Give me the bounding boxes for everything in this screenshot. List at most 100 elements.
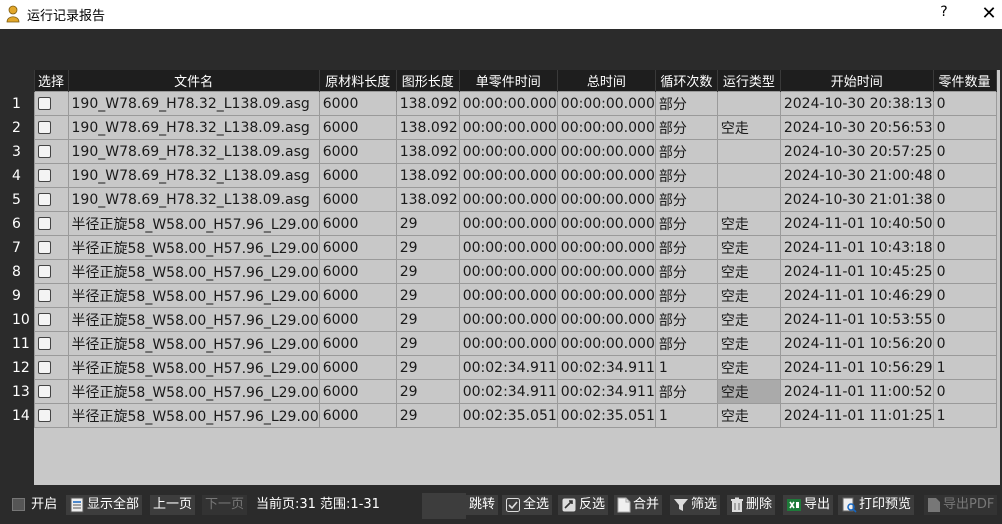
select-all-button[interactable]: 全选 <box>502 495 553 515</box>
row-number[interactable]: 7 <box>10 235 34 260</box>
cell-filename[interactable]: 190_W78.69_H78.32_L138.09.asg <box>67 115 320 140</box>
cell-start-time[interactable]: 2024-11-01 11:00:52 <box>779 379 934 404</box>
cell-shape-length[interactable]: 29 <box>395 379 460 404</box>
row-checkbox[interactable] <box>37 169 51 182</box>
cell-cycle-count[interactable]: 部分 <box>654 115 718 140</box>
cell-total-time[interactable]: 00:00:00.000 <box>556 211 656 236</box>
cell-shape-length[interactable]: 138.092 <box>395 163 460 188</box>
cell-start-time[interactable]: 2024-10-30 20:56:53 <box>779 115 934 140</box>
cell-part-count[interactable]: 0 <box>932 331 997 356</box>
select-cell[interactable] <box>33 115 69 140</box>
cell-total-time[interactable]: 00:02:34.911 <box>556 355 656 380</box>
row-checkbox[interactable] <box>37 409 51 422</box>
row-checkbox[interactable] <box>37 361 51 374</box>
export-button[interactable]: 导出 <box>783 495 834 515</box>
table-row[interactable]: 6 半径正旋58_W58.00_H57.96_L29.00 6000 29 00:00:… <box>10 211 997 236</box>
cell-filename[interactable]: 190_W78.69_H78.32_L138.09.asg <box>67 187 320 212</box>
cell-total-time[interactable]: 00:00:00.000 <box>556 139 656 164</box>
cell-material-length[interactable]: 6000 <box>318 307 397 332</box>
cell-cycle-count[interactable]: 部分 <box>654 379 718 404</box>
row-checkbox[interactable] <box>37 265 51 278</box>
row-number[interactable]: 1 <box>10 91 34 116</box>
row-checkbox[interactable] <box>37 289 51 302</box>
row-number[interactable]: 10 <box>10 307 34 332</box>
select-cell[interactable] <box>33 331 69 356</box>
cell-filename[interactable]: 半径正旋58_W58.00_H57.96_L29.00 <box>67 211 320 236</box>
select-cell[interactable] <box>33 211 69 236</box>
select-cell[interactable] <box>33 163 69 188</box>
row-checkbox[interactable] <box>37 145 51 158</box>
select-cell[interactable] <box>33 235 69 260</box>
cell-cycle-count[interactable]: 部分 <box>654 91 718 116</box>
row-number[interactable]: 9 <box>10 283 34 308</box>
cell-part-time[interactable]: 00:00:00.000 <box>458 211 558 236</box>
cell-start-time[interactable]: 2024-11-01 10:46:29 <box>779 283 934 308</box>
column-header-filename[interactable]: 文件名 <box>68 70 320 92</box>
cell-part-count[interactable]: 0 <box>932 187 997 212</box>
export-pdf-button[interactable]: 导出PDF <box>924 495 998 515</box>
cell-cycle-count[interactable]: 1 <box>654 403 718 428</box>
cell-material-length[interactable]: 6000 <box>318 91 397 116</box>
cell-part-time[interactable]: 00:00:00.000 <box>458 163 558 188</box>
cell-cycle-count[interactable]: 1 <box>654 355 718 380</box>
cell-start-time[interactable]: 2024-10-30 20:38:13 <box>779 91 934 116</box>
cell-part-time[interactable]: 00:00:00.000 <box>458 91 558 116</box>
row-checkbox[interactable] <box>37 385 51 398</box>
cell-part-count[interactable]: 1 <box>932 355 997 380</box>
table-row[interactable]: 5 190_W78.69_H78.32_L138.09.asg 6000 138.09… <box>10 187 997 212</box>
cell-filename[interactable]: 半径正旋58_W58.00_H57.96_L29.00 <box>67 259 320 284</box>
column-header-cycle-count[interactable]: 循环次数 <box>655 70 718 92</box>
select-cell[interactable] <box>33 91 69 116</box>
row-number[interactable]: 14 <box>10 403 34 428</box>
cell-part-time[interactable]: 00:00:00.000 <box>458 187 558 212</box>
column-header-total-time[interactable]: 总时间 <box>557 70 656 92</box>
cell-shape-length[interactable]: 138.092 <box>395 91 460 116</box>
row-number[interactable]: 13 <box>10 379 34 404</box>
select-cell[interactable] <box>33 403 69 428</box>
cell-material-length[interactable]: 6000 <box>318 355 397 380</box>
cell-run-type[interactable]: 空走 <box>716 307 781 332</box>
cell-cycle-count[interactable]: 部分 <box>654 307 718 332</box>
cell-run-type[interactable]: 空走 <box>716 379 781 404</box>
select-cell[interactable] <box>33 259 69 284</box>
row-number[interactable]: 3 <box>10 139 34 164</box>
column-header-part-time[interactable]: 单零件时间 <box>459 70 558 92</box>
cell-run-type[interactable]: 空走 <box>716 211 781 236</box>
select-cell[interactable] <box>33 283 69 308</box>
cell-shape-length[interactable]: 138.092 <box>395 139 460 164</box>
row-number[interactable]: 12 <box>10 355 34 380</box>
select-cell[interactable] <box>33 379 69 404</box>
cell-start-time[interactable]: 2024-11-01 11:01:25 <box>779 403 934 428</box>
cell-cycle-count[interactable]: 部分 <box>654 283 718 308</box>
jump-button[interactable]: 跳转 <box>466 495 499 515</box>
cell-run-type[interactable]: 空走 <box>716 283 781 308</box>
column-header-shape-length[interactable]: 图形长度 <box>396 70 460 92</box>
cell-total-time[interactable]: 00:00:00.000 <box>556 259 656 284</box>
cell-start-time[interactable]: 2024-11-01 10:43:18 <box>779 235 934 260</box>
column-header-part-count[interactable]: 零件数量 <box>933 70 997 92</box>
row-checkbox[interactable] <box>37 217 51 230</box>
cell-filename[interactable]: 半径正旋58_W58.00_H57.96_L29.00 <box>67 235 320 260</box>
cell-run-type[interactable]: 空走 <box>716 355 781 380</box>
row-number[interactable]: 4 <box>10 163 34 188</box>
cell-part-count[interactable]: 0 <box>932 307 997 332</box>
cell-run-type[interactable] <box>716 187 781 212</box>
cell-part-time[interactable]: 00:02:34.911 <box>458 379 558 404</box>
select-cell[interactable] <box>33 139 69 164</box>
cell-total-time[interactable]: 00:00:00.000 <box>556 163 656 188</box>
cell-total-time[interactable]: 00:02:35.051 <box>556 403 656 428</box>
cell-part-time[interactable]: 00:02:35.051 <box>458 403 558 428</box>
cell-cycle-count[interactable]: 部分 <box>654 211 718 236</box>
cell-start-time[interactable]: 2024-10-30 20:57:25 <box>779 139 934 164</box>
table-row[interactable]: 10 半径正旋58_W58.00_H57.96_L29.00 6000 29 00:00… <box>10 307 997 332</box>
cell-cycle-count[interactable]: 部分 <box>654 259 718 284</box>
table-row[interactable]: 1 190_W78.69_H78.32_L138.09.asg 6000 138.09… <box>10 91 997 116</box>
corner-cell[interactable] <box>10 70 35 92</box>
cell-filename[interactable]: 半径正旋58_W58.00_H57.96_L29.00 <box>67 331 320 356</box>
table-row[interactable]: 2 190_W78.69_H78.32_L138.09.asg 6000 138.09… <box>10 115 997 140</box>
cell-filename[interactable]: 半径正旋58_W58.00_H57.96_L29.00 <box>67 379 320 404</box>
enable-checkbox[interactable] <box>12 498 25 511</box>
row-number[interactable]: 2 <box>10 115 34 140</box>
cell-start-time[interactable]: 2024-11-01 10:56:20 <box>779 331 934 356</box>
row-number[interactable]: 11 <box>10 331 34 356</box>
